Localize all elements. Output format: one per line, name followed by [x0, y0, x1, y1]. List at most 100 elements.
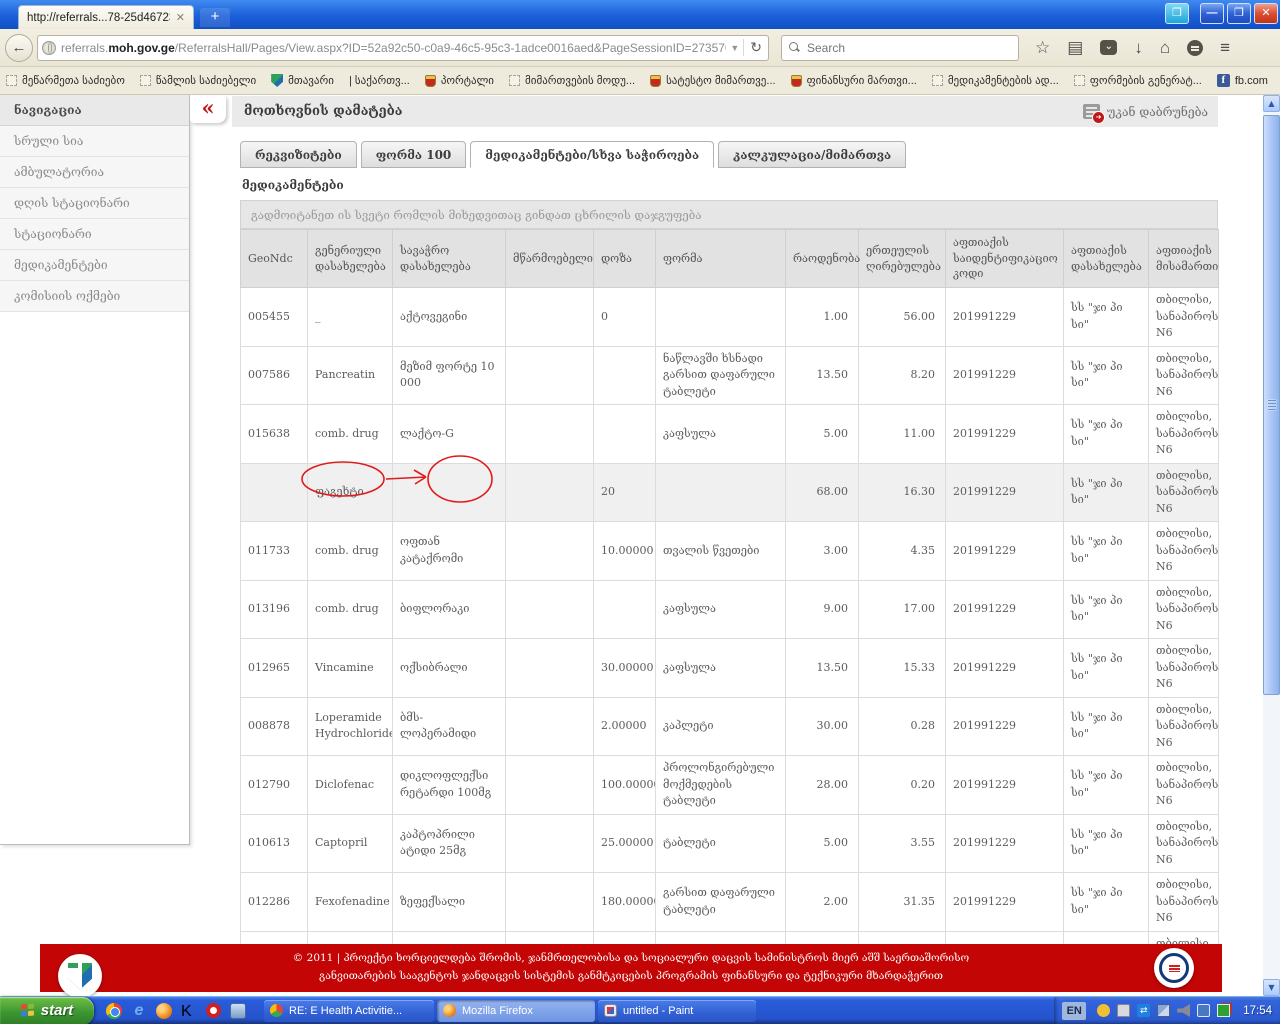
- chrome-icon: [270, 1004, 283, 1017]
- sidebar-item[interactable]: დღის სტაციონარი: [0, 188, 189, 219]
- maximize-button[interactable]: ❐: [1227, 3, 1251, 24]
- browser-tab[interactable]: http://referrals...78-25d467232229 ✕: [18, 5, 194, 29]
- column-header[interactable]: GeoNdc: [240, 229, 308, 288]
- url-bar[interactable]: referrals.moh.gov.ge/ReferralsHall/Pages…: [37, 34, 769, 61]
- bookmark-item[interactable]: მეწარმეთა საძიებო: [6, 74, 125, 87]
- search-bar[interactable]: [781, 34, 1019, 61]
- kmplayer-icon[interactable]: K: [181, 1003, 197, 1020]
- bookmark-item[interactable]: მთავარი: [271, 74, 334, 87]
- table-row[interactable]: 012286 Fexofenadine ზეფექსალი 180.00000 გარს…: [240, 872, 1219, 932]
- mail-icon[interactable]: [230, 1002, 246, 1019]
- page-scrollbar[interactable]: ▲ ▼: [1263, 95, 1280, 996]
- bookmark-star-icon[interactable]: ☆: [1035, 39, 1050, 56]
- column-header[interactable]: აფთიაქის დასახელება: [1063, 229, 1149, 288]
- printer-tray-icon[interactable]: [1117, 1004, 1131, 1017]
- tab-item[interactable]: კალკულაცია/მიმართვა: [718, 141, 907, 168]
- start-button[interactable]: start: [0, 996, 94, 1024]
- chat-icon[interactable]: [1187, 39, 1204, 56]
- task-button[interactable]: Mozilla Firefox: [437, 999, 595, 1022]
- column-header[interactable]: რაოდენობა: [785, 229, 860, 288]
- tab-item[interactable]: ფორმა 100: [360, 141, 467, 168]
- table-cell: 5.00: [785, 404, 859, 464]
- rdp-tray-icon[interactable]: [1197, 1004, 1211, 1017]
- bookmarks-menu-icon[interactable]: ▤: [1067, 39, 1083, 56]
- network-tray-icon[interactable]: [1157, 1004, 1171, 1017]
- chrome-icon[interactable]: [106, 1002, 122, 1019]
- sidebar-item[interactable]: სტაციონარი: [0, 219, 189, 250]
- firefox-icon[interactable]: [156, 1002, 172, 1019]
- close-tab-icon[interactable]: ✕: [176, 11, 185, 24]
- table-row[interactable]: 007586 Pancreatin მეზიმ ფორტე 10 000 ნაწლავ…: [240, 345, 1219, 405]
- monitors-tray-icon[interactable]: [1217, 1004, 1231, 1017]
- table-cell: სს "ჯი პი სი": [1063, 813, 1149, 873]
- tab-active[interactable]: მედიკამენტები/სხვა საჭიროება: [470, 141, 715, 168]
- table-cell: 201991229: [945, 521, 1064, 581]
- teamviewer-tray-icon[interactable]: ⇄: [1137, 1004, 1151, 1017]
- groupby-bar[interactable]: გადმოიტანეთ ის სვეტი რომლის მიხედვითაც გ…: [240, 200, 1218, 229]
- table-row[interactable]: 010613 Captopril კაპტოპრილი ატიდი 25მგ 25.0…: [240, 813, 1219, 873]
- table-cell: თბილისი, სანაპიროს N6: [1148, 872, 1219, 932]
- column-header[interactable]: სავაჭრო დასახელება: [392, 229, 506, 288]
- bookmark-item[interactable]: f fb.com: [1216, 74, 1268, 87]
- table-row[interactable]: 008878 Loperamide Hydrochloride ბმს-ლოპერა…: [240, 696, 1219, 756]
- back-button[interactable]: ←: [5, 33, 33, 62]
- bookmark-item[interactable]: მიმართვების მოდუ...: [509, 74, 635, 87]
- table-row[interactable]: 013196 comb. drug ბიფლორაკი კაფსულა 9.00 17.0…: [240, 579, 1219, 639]
- bookmark-item[interactable]: | საქართვ...: [349, 74, 410, 87]
- url-dropdown-icon[interactable]: ▼: [726, 43, 743, 53]
- table-cell: 31.35: [858, 872, 946, 932]
- sidebar-item[interactable]: მედიკამენტები: [0, 250, 189, 281]
- opera-icon[interactable]: [206, 1003, 221, 1018]
- language-indicator[interactable]: EN: [1062, 1001, 1087, 1020]
- table-cell: 68.00: [785, 462, 859, 522]
- table-cell: [505, 755, 594, 815]
- bookmark-item[interactable]: წამლის საძიებელი: [139, 74, 256, 87]
- column-header[interactable]: გენერიული დასახელება: [307, 229, 393, 288]
- bookmark-item[interactable]: სატესტო მიმართვე...: [650, 74, 776, 87]
- column-header[interactable]: ერთეულის ღირებულება: [858, 229, 946, 288]
- table-row[interactable]: 015638 comb. drug ლაქტო-G კაფსულა 5.00 11.00 2…: [240, 404, 1219, 464]
- column-header[interactable]: აფთიაქის საიდენტიფიკაციო კოდი: [945, 229, 1064, 288]
- lingoes-tray-icon[interactable]: [1097, 1004, 1111, 1017]
- sidebar-item[interactable]: ამბულატორია: [0, 157, 189, 188]
- bookmark-item[interactable]: ფორმების გენერატ...: [1073, 74, 1202, 87]
- table-row[interactable]: 012965 Vincamine ოქსიბრალი 30.00000 კაფსულა 1…: [240, 638, 1219, 698]
- sidebar-item[interactable]: სრული სია: [0, 126, 189, 157]
- task-button[interactable]: RE: E Health Activitie...: [264, 999, 434, 1022]
- scroll-up-arrow[interactable]: ▲: [1263, 95, 1280, 112]
- scroll-down-arrow[interactable]: ▼: [1263, 979, 1280, 996]
- pocket-icon[interactable]: ⌄: [1100, 40, 1118, 55]
- column-header[interactable]: მწარმოებელი: [505, 229, 594, 288]
- bookmark-item[interactable]: მედიკამენტების ად...: [931, 74, 1059, 87]
- menu-icon[interactable]: ≡: [1220, 39, 1230, 56]
- ie-icon[interactable]: e: [131, 1002, 147, 1019]
- tab-item[interactable]: რეკვიზიტები: [240, 141, 357, 168]
- table-cell: სს "ჯი პი სი": [1063, 696, 1149, 756]
- column-header[interactable]: აფთიაქის მისამართი: [1148, 229, 1219, 288]
- task-button[interactable]: untitled - Paint: [598, 999, 756, 1022]
- table-cell: 5.00: [785, 813, 859, 873]
- scrollbar-thumb[interactable]: [1263, 115, 1280, 695]
- bookmark-item[interactable]: ფინანსური მართვი...: [790, 74, 917, 87]
- column-header[interactable]: დოზა: [593, 229, 656, 288]
- bookmark-item[interactable]: პორტალი: [424, 74, 494, 87]
- new-tab-button[interactable]: +: [200, 8, 230, 27]
- table-row[interactable]: 012790 Diclofenac დიკლოფლექსი რეტარდი 100მ…: [240, 755, 1219, 815]
- close-button[interactable]: ✕: [1254, 3, 1278, 24]
- table-cell: comb. drug: [307, 579, 393, 639]
- table-row[interactable]: ფაგეხტი 20 68.00 16.30 201991229 სს "ჯი პი სი…: [240, 462, 1219, 522]
- table-row[interactable]: 005455 _ აქტოვეგინი 0 1.00 56.00 201991229 სს "…: [240, 287, 1219, 347]
- column-header[interactable]: ფორმა: [655, 229, 786, 288]
- sidebar-collapse-button[interactable]: «: [190, 95, 226, 123]
- sidebar-item[interactable]: კომისიის ოქმები: [0, 281, 189, 312]
- tab-list-button[interactable]: ❐: [1165, 3, 1189, 24]
- downloads-icon[interactable]: ↓: [1134, 39, 1143, 56]
- search-input[interactable]: [807, 40, 987, 55]
- table-cell: _: [307, 287, 393, 347]
- minimize-button[interactable]: —: [1200, 3, 1224, 24]
- go-back-link[interactable]: უკან დაბრუნება: [1083, 104, 1208, 124]
- table-row[interactable]: 011733 comb. drug ოფთან კატაქრომი 10.00000 თ…: [240, 521, 1219, 581]
- home-icon[interactable]: ⌂: [1160, 39, 1170, 56]
- volume-tray-icon[interactable]: [1177, 1004, 1191, 1017]
- reload-icon[interactable]: ↻: [743, 39, 764, 56]
